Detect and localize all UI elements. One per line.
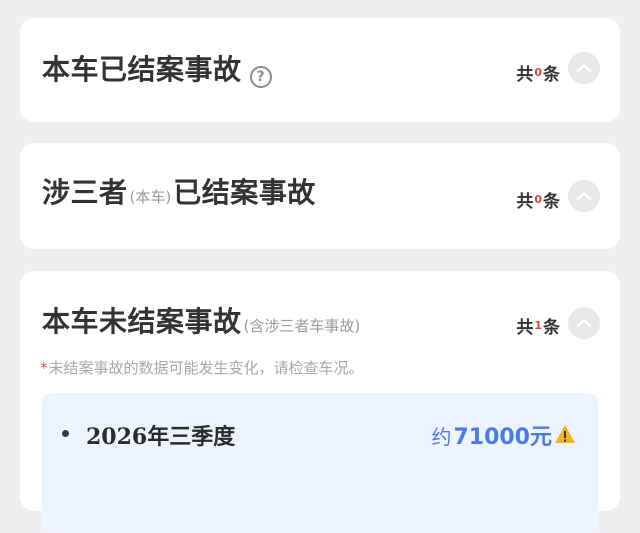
count-prefix: 共 bbox=[516, 192, 534, 212]
warning-message: 未结案事故的数据可能发生变化，请检查车况。 bbox=[48, 359, 364, 377]
chevron-up-icon[interactable] bbox=[568, 180, 600, 212]
third-party-title-note: (本车) bbox=[129, 188, 172, 206]
quarter-accident-item[interactable]: 2026年三季度 约 71000元 bbox=[42, 393, 598, 533]
count-suffix: 条 bbox=[543, 65, 560, 85]
third-party-settled-card[interactable]: 涉三者 (本车) 已结案事故 共 0 条 bbox=[20, 143, 620, 249]
amount-value: 71000元 bbox=[453, 425, 552, 450]
warning-icon bbox=[555, 425, 575, 443]
unsettled-accidents-card[interactable]: 本车未结案事故 (含涉三者车事故) 共 1 条 *未结案事故的数据可能发生变化，… bbox=[20, 271, 620, 533]
count-value: 0 bbox=[534, 66, 542, 79]
unsettled-accidents-note: (含涉三者车事故) bbox=[243, 317, 361, 335]
count-prefix: 共 bbox=[516, 65, 534, 85]
count-prefix: 共 bbox=[516, 318, 534, 338]
third-party-settled-count: 共 0 条 bbox=[516, 187, 560, 212]
third-party-settled-header: 涉三者 (本车) 已结案事故 bbox=[42, 171, 316, 211]
amount-prefix: 约 bbox=[431, 425, 452, 449]
count-suffix: 条 bbox=[543, 318, 560, 338]
count-suffix: 条 bbox=[543, 192, 560, 212]
bullet-dot bbox=[62, 430, 69, 437]
settled-accidents-card[interactable]: 本车已结案事故 ? 共 0 条 bbox=[20, 18, 620, 122]
unsettled-accidents-title: 本车未结案事故 bbox=[42, 305, 242, 338]
chevron-up-icon[interactable] bbox=[568, 307, 600, 339]
unsettled-accidents-header: 本车未结案事故 (含涉三者车事故) bbox=[42, 300, 362, 340]
settled-accidents-title: 本车已结案事故 bbox=[42, 53, 242, 86]
unsettled-warning-text: *未结案事故的数据可能发生变化，请检查车况。 bbox=[40, 357, 364, 378]
count-value: 0 bbox=[534, 193, 542, 206]
unsettled-accidents-count: 共 1 条 bbox=[516, 313, 560, 338]
count-value: 1 bbox=[534, 319, 542, 332]
settled-accidents-count: 共 0 条 bbox=[516, 60, 560, 85]
warning-asterisk: * bbox=[40, 359, 48, 377]
help-icon[interactable]: ? bbox=[249, 66, 272, 88]
quarter-label: 2026年三季度 bbox=[86, 424, 236, 450]
loss-amount: 约 71000元 bbox=[431, 419, 552, 451]
chevron-up-icon[interactable] bbox=[568, 52, 600, 84]
settled-accidents-header: 本车已结案事故 ? bbox=[42, 48, 272, 88]
third-party-title-rest: 已结案事故 bbox=[173, 176, 316, 209]
third-party-title-main: 涉三者 bbox=[42, 176, 128, 209]
